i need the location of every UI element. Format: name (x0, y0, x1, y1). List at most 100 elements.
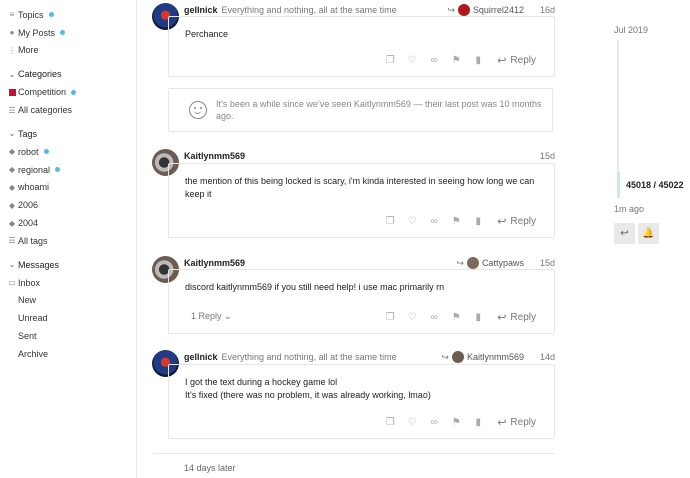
copy-icon[interactable]: ❐ (379, 415, 401, 429)
post-card: I got the text during a hockey game lol … (168, 364, 555, 439)
chevron-down-icon: ⌄ (8, 129, 16, 139)
sidebar-item-tag-2006[interactable]: ◆ 2006 (6, 196, 136, 214)
messages-header[interactable]: ⌄ Messages (6, 256, 136, 274)
post-date[interactable]: 16d (540, 5, 555, 15)
sidebar-item-tag-robot[interactable]: ◆ robot (6, 143, 136, 161)
tag-icon: ◆ (8, 200, 16, 210)
new-dot (60, 30, 66, 36)
username[interactable]: gellnick (184, 352, 218, 362)
reply-arrow-icon: ↪ (456, 257, 464, 268)
post-card: discord kaitlynmm569 if you still need h… (168, 269, 555, 334)
avatar (451, 351, 464, 363)
like-icon[interactable]: ♡ (401, 53, 423, 67)
topics-icon: ≡ (9, 10, 15, 20)
copy-icon[interactable]: ❐ (379, 310, 401, 324)
sidebar-item-tag-regional[interactable]: ◆ regional (6, 161, 136, 179)
timeline-last-activity[interactable]: 1m ago (614, 204, 644, 214)
username[interactable]: Kaitlynmm569 (184, 151, 245, 161)
sidebar-item-my-posts[interactable]: ● My Posts (6, 24, 136, 42)
copy-icon[interactable]: ❐ (379, 53, 401, 67)
sidebar-item-tag-whoami[interactable]: ◆ whoami (6, 179, 136, 197)
time-gap-divider (154, 453, 555, 454)
sidebar-item-new[interactable]: New (6, 292, 136, 310)
sidebar-item-competition[interactable]: Competition (6, 83, 136, 101)
username[interactable]: Kaitlynmm569 (184, 258, 245, 268)
bookmark-icon[interactable]: ▮ (467, 214, 489, 228)
chevron-down-icon: ⌄ (8, 260, 16, 270)
post-date[interactable]: 14d (540, 352, 555, 362)
new-dot (71, 89, 77, 95)
tag-icon: ◆ (8, 147, 16, 157)
sidebar-item-unread[interactable]: Unread (6, 309, 136, 327)
post: gellnick Everything and nothing, all at … (152, 3, 555, 77)
sidebar-item-tag-2004[interactable]: ◆ 2004 (6, 214, 136, 232)
notification-bell-button[interactable]: 🔔 (638, 223, 659, 244)
post-body: I got the text during a hockey game lol … (185, 377, 431, 400)
reply-topic-button[interactable]: ↩ (614, 223, 635, 244)
bookmark-icon[interactable]: ▮ (467, 415, 489, 429)
bookmark-icon[interactable]: ▮ (467, 53, 489, 67)
chevron-down-icon: ⌄ (8, 69, 16, 79)
smile-icon (189, 101, 207, 119)
sidebar-item-all-tags[interactable]: ☰ All tags (6, 232, 136, 250)
post: Kaitlynmm569 15d the mention of this bei… (152, 149, 555, 239)
sidebar-item-more[interactable]: ⋮ More (6, 42, 136, 60)
sidebar-item-inbox[interactable]: ▭ Inbox (6, 274, 136, 292)
post-date[interactable]: 15d (540, 258, 555, 268)
link-icon[interactable]: ∞ (423, 214, 445, 228)
chevron-down-icon: ⌄ (224, 311, 232, 321)
new-dot (55, 167, 61, 173)
user-icon: ● (9, 28, 15, 38)
copy-icon[interactable]: ❐ (379, 214, 401, 228)
categories-header[interactable]: ⌄ Categories (6, 65, 136, 83)
replies-toggle[interactable]: 1 Reply ⌄ (191, 311, 232, 322)
sidebar-item-topics[interactable]: ≡ Topics (6, 6, 136, 24)
reply-to[interactable]: ↪ Cattypaws (456, 257, 524, 269)
like-icon[interactable]: ♡ (401, 415, 423, 429)
post-body: the mention of this being locked is scar… (185, 176, 535, 199)
inbox-icon: ▭ (8, 278, 16, 288)
post: gellnick Everything and nothing, all at … (152, 350, 555, 440)
post-date[interactable]: 15d (540, 151, 555, 161)
bookmark-icon[interactable]: ▮ (467, 310, 489, 324)
post-header: gellnick Everything and nothing, all at … (184, 4, 555, 16)
reply-to[interactable]: ↪ Kaitlynmm569 (441, 351, 524, 363)
username[interactable]: gellnick (184, 5, 218, 15)
reply-button[interactable]: ↩ Reply (497, 54, 536, 67)
reply-arrow-icon: ↩ (497, 311, 507, 324)
reply-arrow-icon: ↩ (497, 54, 507, 67)
tags-header[interactable]: ⌄ Tags (6, 125, 136, 143)
flag-icon[interactable]: ⚑ (445, 53, 467, 67)
reply-button[interactable]: ↩ Reply (497, 416, 536, 429)
reply-arrow-icon: ↪ (447, 4, 455, 15)
reply-arrow-icon: ↩ (620, 228, 629, 239)
link-icon[interactable]: ∞ (423, 53, 445, 67)
flag-icon[interactable]: ⚑ (445, 415, 467, 429)
post-header: gellnick Everything and nothing, all at … (184, 351, 555, 363)
user-title: Everything and nothing, all at the same … (221, 352, 397, 362)
flag-icon[interactable]: ⚑ (445, 214, 467, 228)
reply-button[interactable]: ↩ Reply (497, 311, 536, 324)
flag-icon[interactable]: ⚑ (445, 310, 467, 324)
post-actions: ❐ ♡ ∞ ⚑ ▮ ↩ Reply (379, 415, 536, 429)
timeline-handle[interactable] (617, 172, 620, 198)
timeline-start-date[interactable]: Jul 2019 (614, 25, 648, 35)
post-header: Kaitlynmm569 15d (184, 150, 555, 162)
link-icon[interactable]: ∞ (423, 415, 445, 429)
post-actions: ❐ ♡ ∞ ⚑ ▮ ↩ Reply (379, 310, 536, 324)
sidebar-item-all-categories[interactable]: ☰ All categories (6, 101, 136, 119)
post: Kaitlynmm569 ↪ Cattypaws 15d discord kait… (152, 256, 555, 334)
post-card: Perchance ❐ ♡ ∞ ⚑ ▮ ↩ Reply (168, 16, 555, 77)
like-icon[interactable]: ♡ (401, 310, 423, 324)
post-actions: ❐ ♡ ∞ ⚑ ▮ ↩ Reply (379, 53, 536, 67)
sidebar: ≡ Topics ● My Posts ⋮ More ⌄ Categories Comp… (0, 0, 137, 478)
link-icon[interactable]: ∞ (423, 310, 445, 324)
post-actions: ❐ ♡ ∞ ⚑ ▮ ↩ Reply (379, 214, 536, 228)
sidebar-item-archive[interactable]: Archive (6, 345, 136, 363)
sidebar-item-sent[interactable]: Sent (6, 327, 136, 345)
reply-to[interactable]: ↪ Squirrel2412 (447, 4, 524, 16)
reply-arrow-icon: ↩ (497, 215, 507, 228)
time-gap-label: 14 days later (184, 463, 236, 473)
reply-button[interactable]: ↩ Reply (497, 215, 536, 228)
like-icon[interactable]: ♡ (401, 214, 423, 228)
